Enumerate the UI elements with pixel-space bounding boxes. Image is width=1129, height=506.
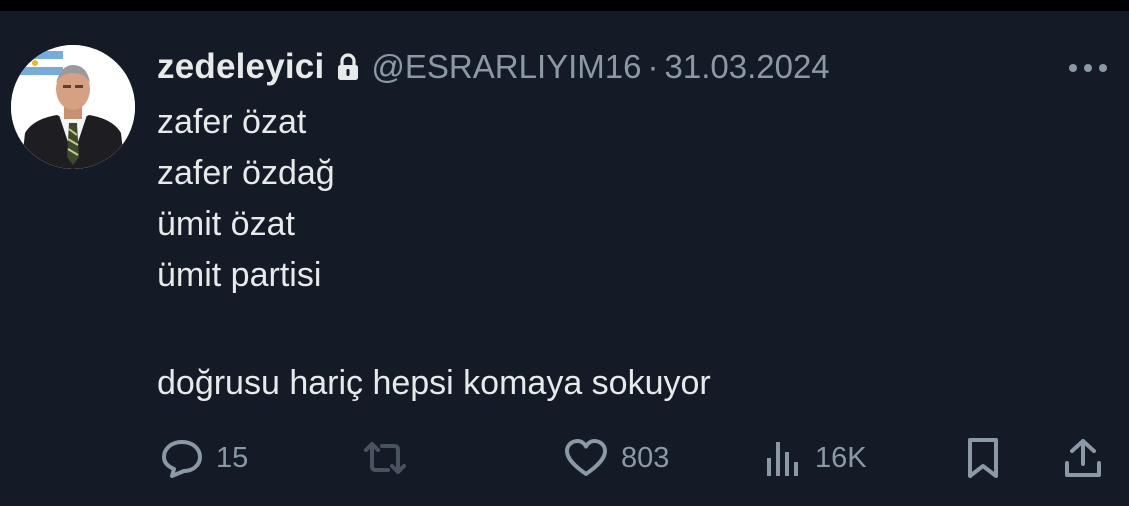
tweet[interactable]: zedeleyici @ESRARLIYIM16 · 31.03.2024 za… [0, 11, 1129, 506]
like-count: 803 [621, 441, 670, 474]
reply-icon [160, 438, 204, 478]
top-black-bar [0, 0, 1129, 11]
tweet-line: ümit partisi [157, 256, 322, 294]
retweet-icon [360, 438, 410, 478]
display-name[interactable]: zedeleyici [157, 47, 324, 87]
separator-dot: · [647, 48, 659, 85]
tweet-line: ümit özat [157, 205, 295, 243]
reply-button[interactable]: 15 [160, 436, 248, 480]
tweet-line: zafer özdağ [157, 154, 335, 192]
lock-icon [337, 53, 359, 81]
bookmark-icon [965, 437, 1001, 479]
views-count: 16K [815, 441, 867, 474]
bookmark-button[interactable] [965, 436, 1001, 480]
user-handle[interactable]: @ESRARLIYIM16 [371, 48, 641, 86]
tweet-line: zafer özat [157, 103, 307, 141]
tweet-text: zafer özat zafer özdağ ümit özat ümit pa… [157, 97, 711, 409]
retweet-button[interactable] [360, 436, 422, 480]
like-button[interactable]: 803 [563, 436, 669, 480]
more-icon[interactable] [1067, 61, 1109, 73]
action-bar: 15 803 16K [0, 436, 1129, 480]
tweet-header: zedeleyici @ESRARLIYIM16 · 31.03.2024 [157, 47, 830, 87]
reply-count: 15 [216, 441, 249, 474]
tweet-line: doğrusu hariç hepsi komaya sokuyor [157, 364, 711, 402]
views-icon [763, 438, 803, 478]
heart-icon [563, 438, 609, 478]
share-icon [1063, 437, 1103, 479]
avatar[interactable] [11, 45, 135, 169]
tweet-date[interactable]: 31.03.2024 [664, 48, 829, 86]
share-button[interactable] [1063, 436, 1103, 480]
views-button[interactable]: 16K [763, 436, 867, 480]
